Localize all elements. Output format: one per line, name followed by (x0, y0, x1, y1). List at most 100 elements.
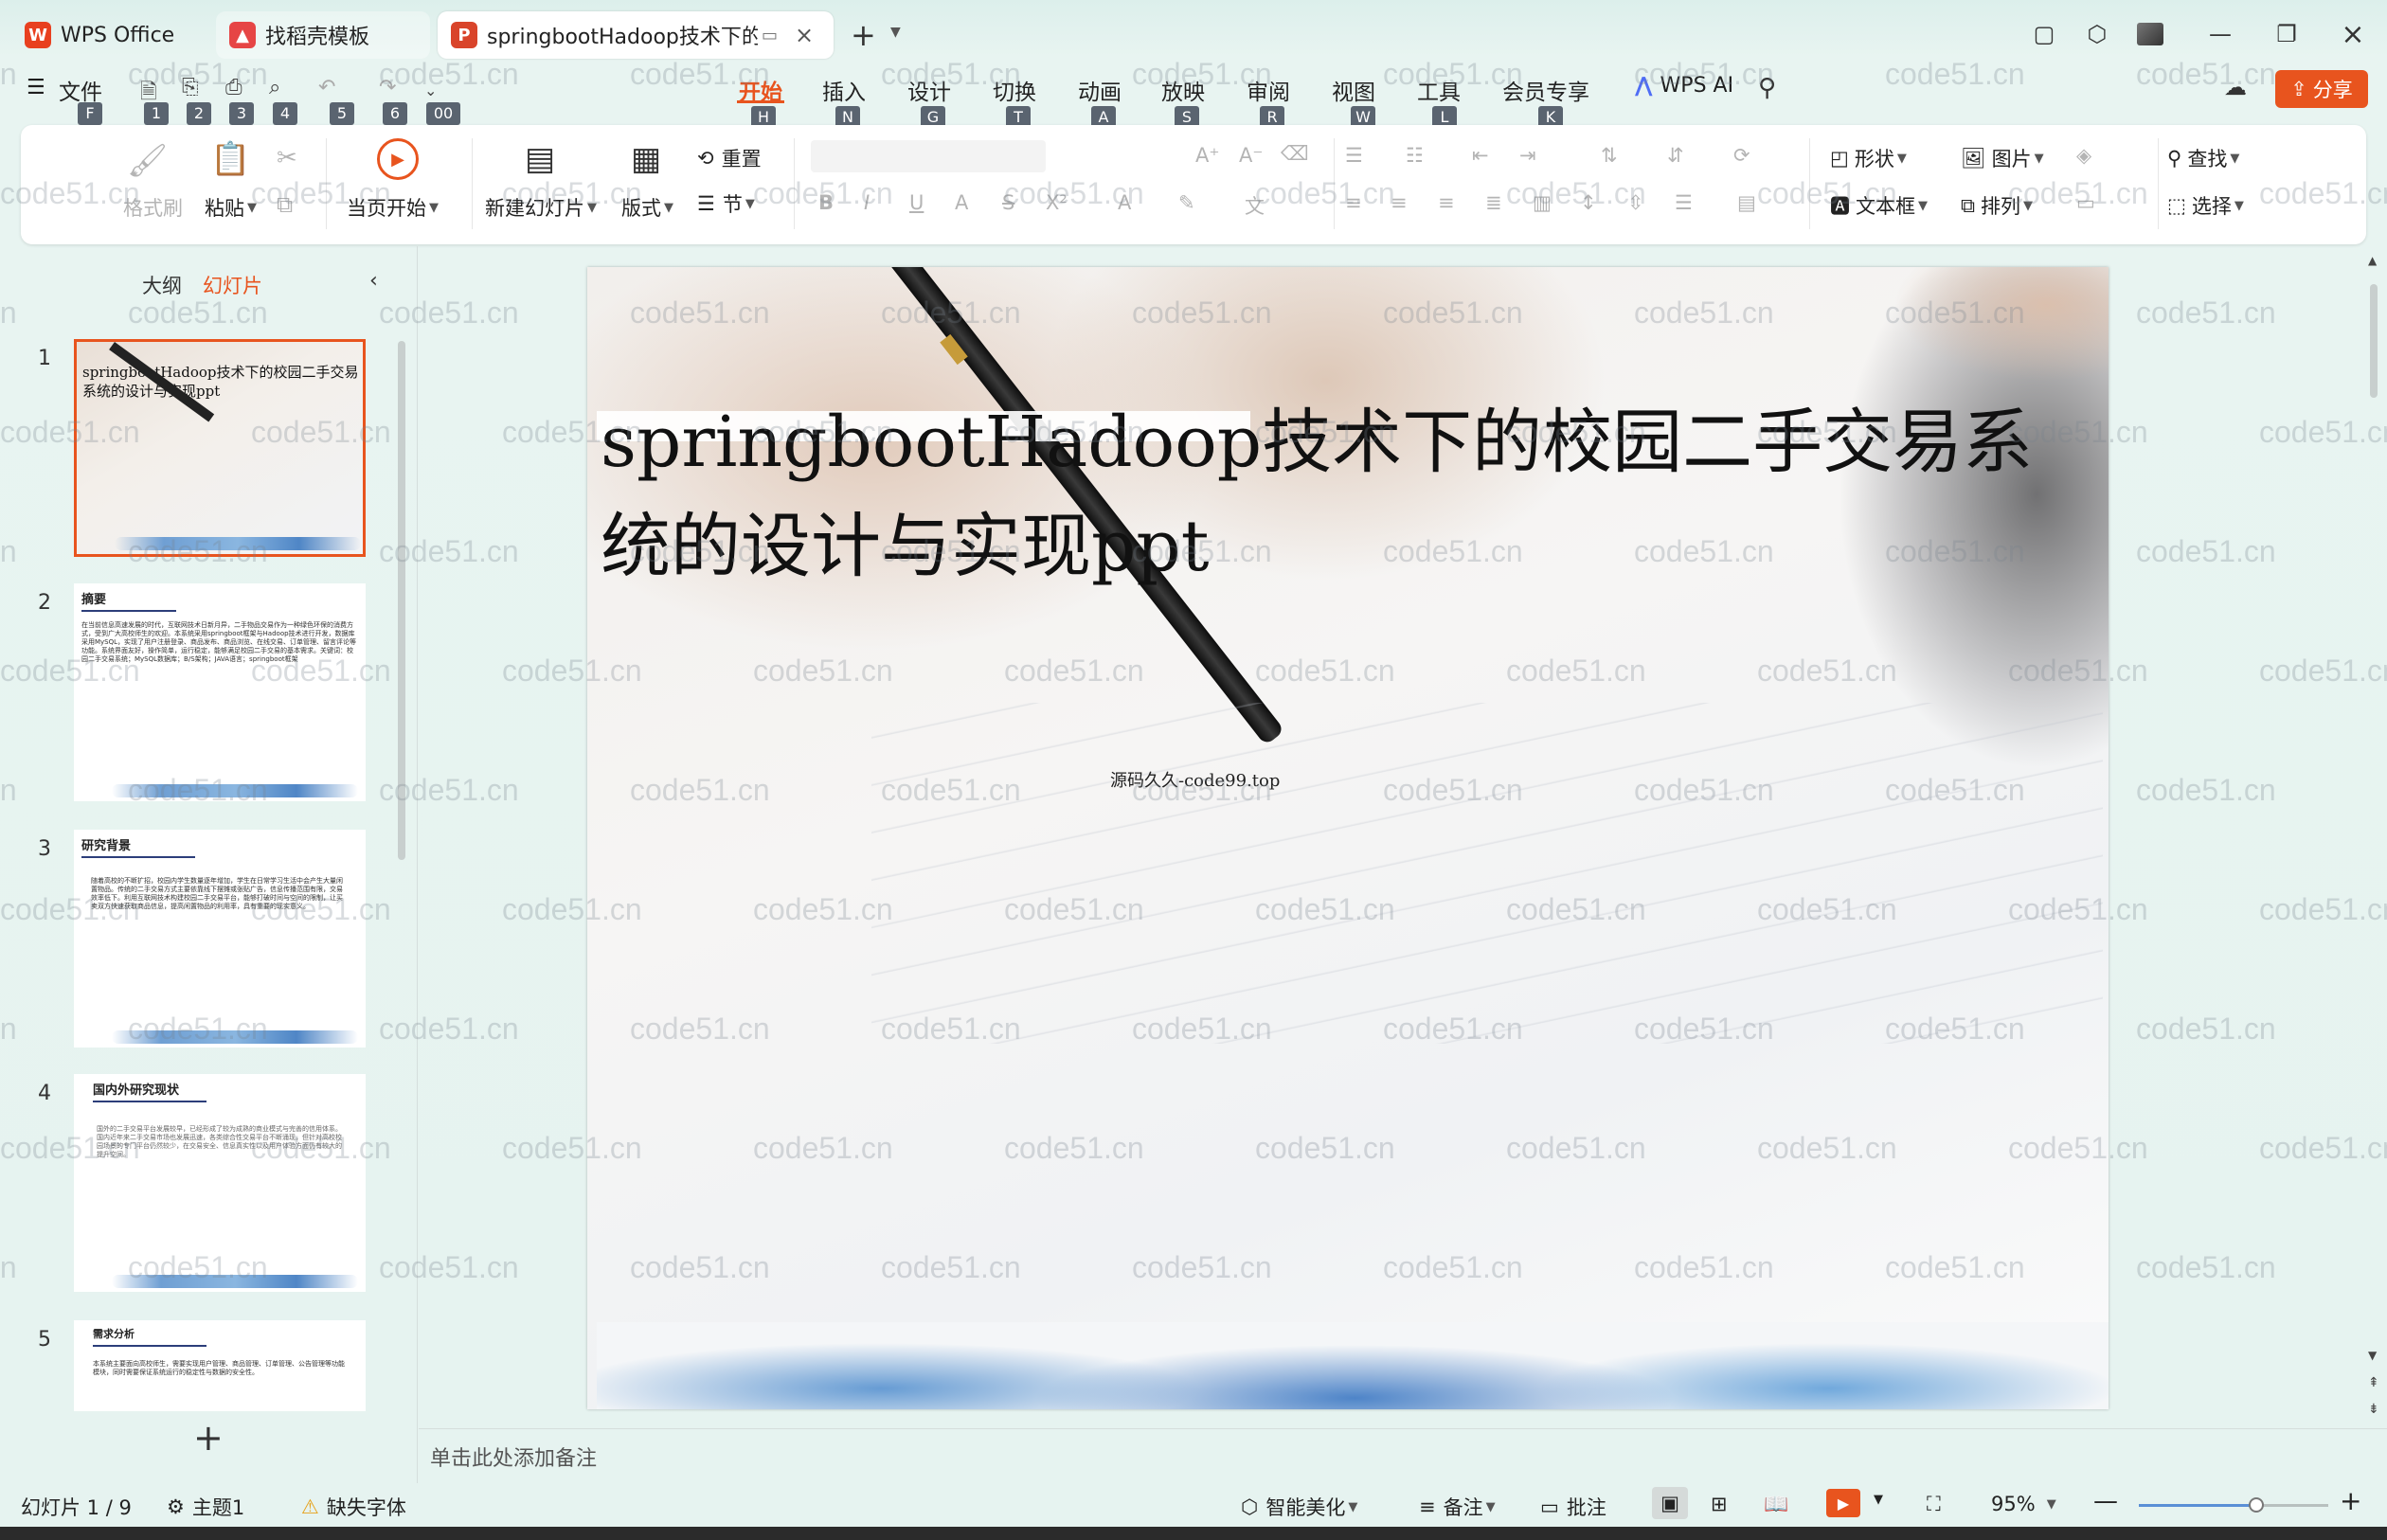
close-window-icon[interactable]: × (2332, 13, 2374, 55)
highlight-icon[interactable]: ✎ (1178, 191, 1195, 214)
format-painter-button[interactable]: 格式刷 (123, 193, 183, 222)
slide-title[interactable]: springbootHadoop技术下的校园二手交易系统的设计与实现ppt (601, 390, 2078, 599)
slide-sorter-icon[interactable]: ⊞ (1711, 1493, 1728, 1515)
bold-icon[interactable]: B (818, 191, 834, 214)
align-center-icon[interactable]: ≡ (1391, 191, 1408, 214)
slide-thumbnail-4[interactable]: 国内外研究现状 国外的二手交易平台发展较早，已经形成了较为成熟的商业模式与完善的… (74, 1074, 366, 1292)
shape-button[interactable]: ◰ 形状 ▼ (1830, 144, 1907, 172)
share-button[interactable]: ⇪ 分享 (2275, 70, 2368, 108)
print-icon[interactable]: ⎙ (225, 76, 242, 99)
redo-icon[interactable]: ↷ (379, 76, 396, 99)
play-icon[interactable]: ▶ (377, 138, 419, 180)
slide-counter[interactable]: 幻灯片 1 / 9 (21, 1493, 132, 1521)
scroll-down-icon[interactable]: ▼ (2368, 1349, 2377, 1362)
slide-thumbnail-2[interactable]: 摘要 在当前信息高速发展的时代，互联网技术日新月异，二手物品交易作为一种绿色环保… (74, 583, 366, 801)
tab-presentation[interactable]: P springbootHadoop技术下的 ▭ × (438, 11, 834, 59)
cut-icon[interactable]: ✂ (277, 144, 297, 172)
reading-view-icon[interactable]: 📖 (1764, 1493, 1788, 1516)
slide-subtitle[interactable]: 源码久久-code99.top (1110, 767, 1280, 792)
menu-insert[interactable]: 插入 (822, 74, 866, 106)
text-direction-icon[interactable]: ⇅ (1601, 144, 1618, 167)
picture-button[interactable]: 🖼 图片 ▼ (1961, 144, 2044, 172)
zoom-level[interactable]: 95% ▼ (1991, 1493, 2056, 1515)
slide-canvas[interactable]: springbootHadoop技术下的校园二手交易系统的设计与实现ppt 源码… (587, 267, 2109, 1409)
fill-icon[interactable]: ◈ (2076, 144, 2091, 167)
menu-slideshow[interactable]: 放映 (1161, 74, 1205, 106)
print-preview-icon[interactable]: ⌕ (269, 76, 280, 99)
reset-button[interactable]: ⟲ 重置 (697, 144, 762, 172)
restore-icon[interactable]: ❐ (2266, 13, 2307, 55)
copy-icon[interactable]: ⧉ (277, 191, 293, 218)
decrease-indent-icon[interactable]: ⇤ (1472, 144, 1489, 167)
new-slide-button[interactable]: 新建幻灯片 ▼ (485, 193, 597, 222)
collapse-panel-icon[interactable]: ‹ (369, 269, 378, 293)
outline-icon[interactable]: ▭ (2076, 191, 2095, 214)
slide-scrollbar[interactable] (2370, 284, 2378, 398)
font-color-icon[interactable]: A (1118, 191, 1131, 214)
cloud-icon[interactable]: ☁ (2224, 74, 2247, 100)
new-tab-icon[interactable]: + (851, 17, 876, 53)
fit-window-icon[interactable]: ⛶ (1927, 1493, 1941, 1516)
tab-outline[interactable]: 大纲 (142, 271, 182, 299)
text-align-icon[interactable]: ▤ (1737, 191, 1756, 214)
menu-tools[interactable]: 工具 (1417, 74, 1461, 106)
paste-icon[interactable]: 📋 (210, 140, 250, 178)
zoom-slider[interactable] (2139, 1497, 2328, 1513)
clear-format-icon[interactable]: ⌫ (1281, 142, 1309, 165)
add-slide-button[interactable]: + (193, 1417, 224, 1459)
play-slideshow-icon[interactable]: ▶ (1826, 1489, 1860, 1517)
scroll-up-icon[interactable]: ▲ (2368, 254, 2377, 267)
next-slide-icon[interactable]: ⇟ (2368, 1402, 2379, 1417)
layout-icon[interactable]: ▦ (631, 140, 661, 178)
menu-member[interactable]: 会员专享 (1502, 74, 1589, 106)
tab-slides[interactable]: 幻灯片 (203, 271, 262, 299)
textbox-button[interactable]: 🅰 文本框 ▼ (1830, 191, 1928, 220)
distribute-icon[interactable]: ▥ (1533, 191, 1552, 214)
find-button[interactable]: ⚲ 查找 ▼ (2167, 144, 2239, 172)
zoom-slider-handle[interactable] (2249, 1497, 2264, 1513)
italic-icon[interactable]: I (864, 191, 870, 214)
avatar[interactable] (2129, 13, 2171, 55)
bullets-icon[interactable]: ☰ (1345, 144, 1363, 167)
convert-icon[interactable]: ⟳ (1733, 144, 1750, 167)
font-name-select[interactable] (811, 140, 1046, 172)
zoom-in-icon[interactable]: + (2340, 1485, 2361, 1516)
hamburger-icon[interactable]: ☰ (27, 76, 45, 99)
close-tab-icon[interactable]: × (795, 22, 814, 48)
paragraph-spacing-icon[interactable]: ⇳ (1627, 191, 1644, 214)
missing-font-button[interactable]: ⚠ 缺失字体 (301, 1493, 406, 1521)
numbering-icon[interactable]: ☷ (1406, 144, 1424, 167)
increase-font-icon[interactable]: A⁺ (1195, 144, 1219, 167)
wps-ai-button[interactable]: ⋀ WPS AI (1635, 74, 1733, 98)
chevron-down-icon[interactable]: ▼ (890, 25, 901, 40)
slide-thumbnail-3[interactable]: 研究背景 随着高校的不断扩招，校园内学生数量逐年增加，学生在日常学习生活中会产生… (74, 830, 366, 1048)
underline-icon[interactable]: U (909, 191, 924, 214)
arrange-button[interactable]: ⧉ 排列 ▼ (1961, 191, 2033, 220)
new-slide-icon[interactable]: ▤ (525, 140, 555, 178)
align-left-icon[interactable]: ≡ (1345, 191, 1362, 214)
layout-button[interactable]: 版式 ▼ (621, 193, 673, 222)
theme-button[interactable]: ⚙ 主题1 (167, 1493, 244, 1521)
tab-wps-office[interactable]: W WPS Office (11, 11, 210, 59)
chevron-down-icon[interactable]: ▼ (1874, 1493, 1883, 1507)
format-painter-icon[interactable]: 🖌 (127, 142, 168, 180)
cube-icon[interactable]: ⬡ (2076, 13, 2118, 55)
comments-button[interactable]: ▭ 批注 (1540, 1493, 1606, 1521)
minimize-icon[interactable]: — (2199, 13, 2241, 55)
play-current-button[interactable]: 当页开始 ▼ (347, 193, 439, 222)
menu-transition[interactable]: 切换 (993, 74, 1036, 106)
slide-thumbnail-1[interactable]: springbootHadoop技术下的校园二手交易系统的设计与实现ppt (74, 339, 366, 557)
shadow-icon[interactable]: A (955, 191, 968, 214)
sort-icon[interactable]: ⇵ (1667, 144, 1684, 167)
window-mode-icon[interactable]: ▢ (2023, 13, 2065, 55)
columns-icon[interactable]: ☰ (1675, 191, 1693, 214)
line-spacing-icon[interactable]: ↕ (1580, 191, 1597, 214)
search-icon[interactable]: ⚲ (1758, 74, 1776, 102)
justify-icon[interactable]: ≣ (1485, 191, 1502, 214)
increase-indent-icon[interactable]: ⇥ (1519, 144, 1536, 167)
strikethrough-icon[interactable]: S (1002, 191, 1014, 214)
thumbnail-scrollbar[interactable] (398, 341, 405, 860)
tab-docer-templates[interactable]: ▲ 找稻壳模板 (216, 11, 430, 59)
align-right-icon[interactable]: ≡ (1438, 191, 1455, 214)
superscript-icon[interactable]: X² (1046, 191, 1068, 214)
